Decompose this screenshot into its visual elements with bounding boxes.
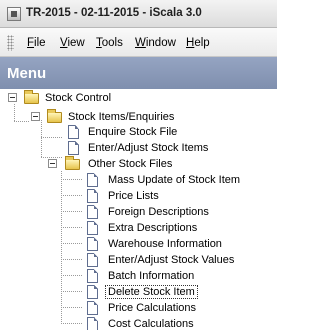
tree-node-enter-adjust-stock-items[interactable]: Enter/Adjust Stock Items [68,140,268,156]
document-icon [87,221,98,235]
menu-window-label: indow [145,37,176,49]
menu-view-label: iew [67,37,85,49]
tree-connector [61,259,83,260]
document-icon [87,301,98,315]
menu-help-label: elp [194,37,210,49]
menu-panel-header: Menu [0,57,277,89]
document-icon [87,269,98,283]
document-icon [68,125,79,139]
tree-node-child[interactable]: Foreign Descriptions [87,204,272,220]
tree-connector [61,195,83,196]
tree-label-child: Batch Information [108,270,195,282]
title-bar: TR-2015 - 02-11-2015 - iScala 3.0 [0,0,277,28]
menu-file[interactable]: File [27,37,46,49]
tree-label-stock-items-enquiries: Stock Items/Enquiries [68,111,175,123]
toolbar-grip-icon[interactable] [7,35,14,51]
menu-view[interactable]: View [60,37,85,49]
tree-node-child[interactable]: Delete Stock Item [87,284,272,300]
document-icon [87,237,98,251]
window-title: TR-2015 - 02-11-2015 - iScala 3.0 [26,7,202,19]
collapse-icon[interactable] [48,159,57,168]
menu-window-mnemonic: W [135,37,146,49]
tree-connector [61,291,83,292]
tree-label-other-stock-files: Other Stock Files [88,158,173,170]
folder-icon [65,156,80,170]
tree-connector [14,121,30,122]
tree-node-enquire-stock-file[interactable]: Enquire Stock File [68,124,268,140]
menu-bar: File View Tools Window Help [0,28,277,57]
menu-tools[interactable]: Tools [96,37,123,49]
document-icon [87,285,98,299]
tree-label-child: Foreign Descriptions [108,206,209,218]
tree-node-child[interactable]: Price Lists [87,188,272,204]
tree-connector [61,243,83,244]
menu-tree: Stock Control Stock Items/Enquiries Enqu… [0,89,277,330]
tree-connector [41,137,63,138]
collapse-icon[interactable] [31,112,40,121]
tree-node-other-stock-files[interactable]: Other Stock Files [48,156,248,172]
menu-window[interactable]: Window [135,37,176,49]
document-icon [87,189,98,203]
menu-tools-label: ools [101,37,123,49]
document-icon [87,205,98,219]
tree-label-child: Delete Stock Item [105,285,198,299]
tree-node-child[interactable]: Warehouse Information [87,236,272,252]
document-icon [68,141,79,155]
tree-label-child: Price Lists [108,190,159,202]
tree-label-stock-control: Stock Control [45,92,112,104]
tree-label-child: Enter/Adjust Stock Values [108,254,235,266]
tree-connector [61,171,62,323]
tree-connector [61,275,83,276]
folder-icon [24,90,39,104]
tree-node-stock-control[interactable]: Stock Control [8,90,208,106]
menu-file-label: ile [34,37,46,49]
menu-panel-title: Menu [7,65,47,82]
tree-node-child[interactable]: Enter/Adjust Stock Values [87,252,272,268]
tree-label-child: Warehouse Information [108,238,222,250]
tree-label-child: Extra Descriptions [108,222,198,234]
tree-connector [61,211,83,212]
tree-node-child[interactable]: Mass Update of Stock Item [87,172,272,188]
tree-label-child: Price Calculations [108,302,197,314]
tree-label-child: Mass Update of Stock Item [108,174,241,186]
tree-node-child[interactable]: Batch Information [87,268,272,284]
collapse-icon[interactable] [8,93,17,102]
app-icon [7,7,21,21]
tree-connector [61,307,83,308]
tree-node-child[interactable]: Price Calculations [87,300,272,316]
tree-connector [41,120,42,158]
folder-icon [47,109,62,123]
tree-node-stock-items-enquiries[interactable]: Stock Items/Enquiries [31,109,231,125]
document-icon [87,173,98,187]
document-icon [87,317,98,330]
menu-help[interactable]: Help [186,37,210,49]
tree-connector [61,179,83,180]
tree-node-child[interactable]: Extra Descriptions [87,220,272,236]
tree-connector [61,323,83,324]
tree-label-enquire-stock-file: Enquire Stock File [88,126,178,138]
document-icon [87,253,98,267]
menu-file-mnemonic: F [27,37,35,49]
tree-label-enter-adjust-stock-items: Enter/Adjust Stock Items [88,142,209,154]
tree-node-child[interactable]: Cost Calculations [87,316,272,330]
tree-label-child: Cost Calculations [108,318,194,330]
tree-connector [61,227,83,228]
tree-connector [14,104,15,122]
